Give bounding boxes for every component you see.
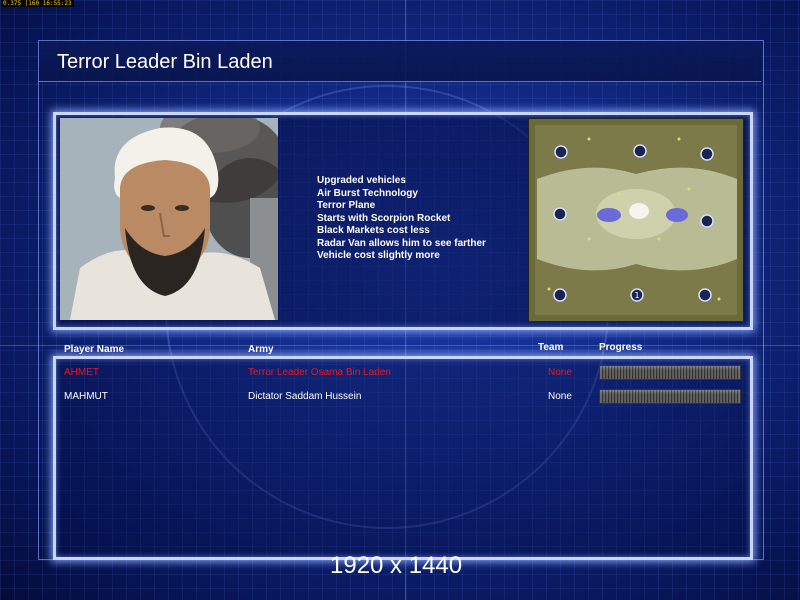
player-list-panel — [53, 356, 753, 560]
page-title: Terror Leader Bin Laden — [57, 51, 273, 73]
feature-item: Black Markets cost less — [317, 225, 430, 236]
feature-item: Radar Van allows him to see farther — [317, 237, 486, 249]
player-team-2: None — [548, 391, 572, 402]
feature-item: Vehicle cost slightly more — [317, 250, 440, 261]
progress-bar-1 — [599, 365, 741, 380]
player-name-1: AHMET — [64, 367, 99, 378]
header-player-name: Player Name — [64, 344, 125, 355]
header-team: Team — [538, 342, 564, 353]
header-progress: Progress — [599, 342, 643, 353]
player-name-2: MAHMUT — [64, 391, 108, 402]
map-preview: 1 — [528, 118, 744, 322]
general-portrait — [60, 118, 278, 320]
progress-bar-2 — [599, 389, 741, 404]
player-army-1: Terror Leader Osama Bin Laden — [248, 367, 391, 378]
portrait-image — [60, 118, 278, 320]
general-features-list: Upgraded vehicles Air Burst Technology T… — [317, 175, 486, 263]
resolution-label: 1920 x 1440 — [330, 552, 463, 579]
feature-item: Terror Plane — [317, 200, 376, 211]
fps-counter: 0.375 |160 16:55:23 — [1, 0, 74, 7]
player-army-2: Dictator Saddam Hussein — [248, 391, 362, 402]
minimap-image: 1 — [529, 119, 743, 321]
header-army: Army — [248, 344, 274, 355]
feature-item: Air Burst Technology — [317, 187, 418, 199]
start-marker-label: 1 — [634, 291, 639, 300]
player-team-1: None — [548, 367, 572, 378]
feature-item: Upgraded vehicles — [317, 175, 406, 186]
feature-item: Starts with Scorpion Rocket — [317, 212, 451, 224]
